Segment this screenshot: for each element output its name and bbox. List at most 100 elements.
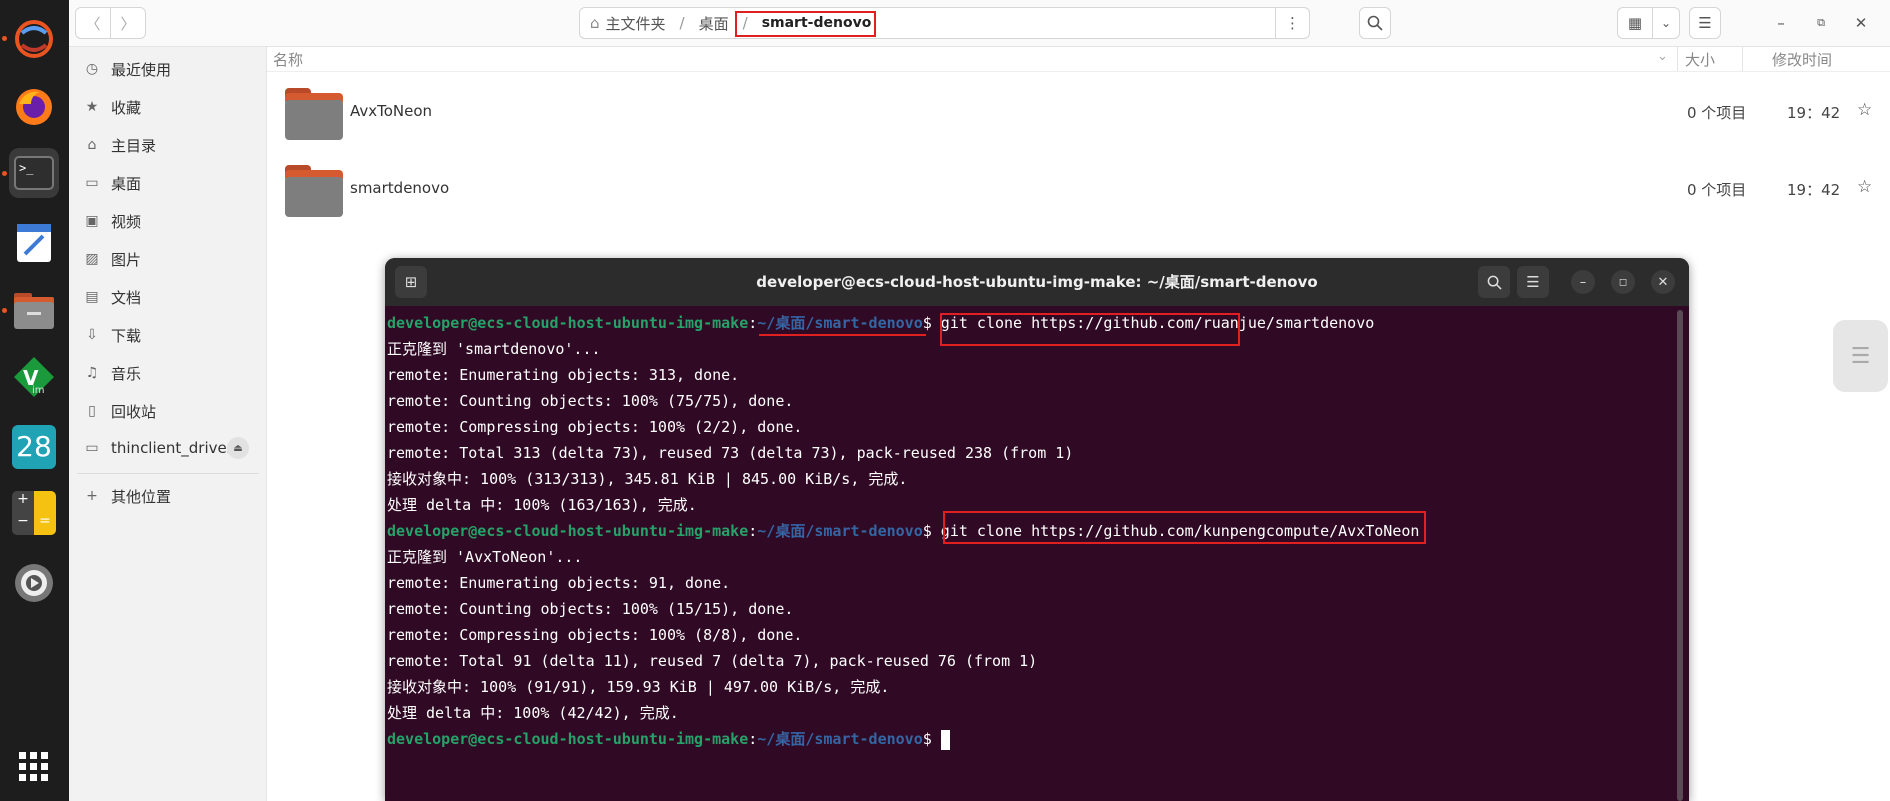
vim-icon[interactable]: Vim — [9, 352, 59, 402]
output-line: remote: Compressing objects: 100% (8/8),… — [387, 626, 803, 644]
path-menu-icon[interactable]: ⋮ — [1275, 8, 1309, 38]
sidebar-item-videos[interactable]: ▣ 视频 — [69, 204, 267, 238]
document-icon: ▤ — [85, 289, 99, 305]
maximize-icon: ◻ — [1618, 276, 1628, 288]
terminal-maximize-button[interactable]: ◻ — [1611, 270, 1635, 294]
terminal-close-button[interactable]: ✕ — [1651, 270, 1675, 294]
column-header-name[interactable]: 名称 — [273, 49, 303, 70]
file-size: 0 个项目 — [1687, 181, 1747, 199]
sidebar-item-documents[interactable]: ▤ 文档 — [69, 280, 267, 314]
files-header-bar: 〈 〉 ⌂ 主文件夹 / 桌面 / smart-denovo ⋮ ▦ ⌄ ☰ –… — [69, 0, 1890, 47]
sidebar: ◷ 最近使用 ★ 收藏 ⌂ 主目录 ▭ 桌面 ▣ 视频 ▨ 图片 ▤ 文档 ⇩ 下载 ♫ 音乐 ▯… — [69, 47, 267, 801]
view-options-button[interactable]: ⌄ — [1652, 7, 1680, 39]
path-home[interactable]: 主文件夹 — [606, 13, 666, 34]
file-modified: 19：42 — [1787, 104, 1841, 122]
terminal-title-bar[interactable]: ⊞ developer@ecs-cloud-host-ubuntu-img-ma… — [385, 258, 1689, 306]
sidebar-item-starred[interactable]: ★ 收藏 — [69, 90, 267, 124]
output-line: 处理 delta 中: 100% (42/42), 完成. — [387, 704, 679, 722]
home-icon: ⌂ — [87, 137, 97, 153]
floating-menu-button[interactable]: ☰ — [1833, 320, 1888, 392]
ubuntu-logo-icon[interactable] — [9, 14, 59, 64]
output-line: remote: Total 91 (delta 11), reused 7 (d… — [387, 652, 1038, 670]
file-row-smartdenovo[interactable]: smartdenovo 0 个项目 19：42 ☆ — [267, 151, 1890, 229]
minimize-icon: – — [1777, 14, 1785, 32]
sidebar-item-trash[interactable]: ▯ 回收站 — [69, 394, 267, 428]
output-line: remote: Enumerating objects: 91, done. — [387, 574, 731, 592]
sidebar-item-recent[interactable]: ◷ 最近使用 — [69, 52, 267, 86]
sidebar-item-downloads[interactable]: ⇩ 下载 — [69, 318, 267, 352]
dock: >_ Vim 28 + − = — [0, 0, 69, 801]
files-icon[interactable] — [9, 286, 59, 336]
hamburger-icon: ☰ — [1526, 273, 1540, 291]
terminal-window[interactable]: ⊞ developer@ecs-cloud-host-ubuntu-img-ma… — [385, 258, 1689, 801]
terminal-menu-button[interactable]: ☰ — [1517, 266, 1549, 298]
column-header-size[interactable]: 大小 — [1685, 49, 1715, 70]
terminal-scrollbar[interactable] — [1677, 310, 1683, 801]
list-icon: ☰ — [1850, 343, 1871, 369]
back-button[interactable]: 〈 — [75, 7, 111, 39]
eject-icon[interactable]: ⏏ — [227, 437, 249, 459]
column-header-modified[interactable]: 修改时间 — [1772, 49, 1832, 70]
trash-icon: ▯ — [88, 403, 96, 419]
sidebar-item-desktop[interactable]: ▭ 桌面 — [69, 166, 267, 200]
sidebar-item-label: 收藏 — [111, 98, 142, 117]
view-grid-button[interactable]: ▦ — [1617, 7, 1653, 39]
path-underline — [759, 334, 926, 336]
search-icon — [1367, 15, 1383, 31]
star-icon: ★ — [85, 99, 99, 115]
sidebar-item-label: 音乐 — [111, 364, 142, 383]
output-line: remote: Total 313 (delta 73), reused 73 … — [387, 444, 1074, 462]
sidebar-item-thinclient-drives[interactable]: ▭ thinclient_drives ⏏ — [69, 431, 267, 465]
sidebar-item-music[interactable]: ♫ 音乐 — [69, 356, 267, 390]
firefox-icon[interactable] — [9, 82, 59, 132]
restore-button[interactable]: ⧉ — [1806, 7, 1836, 39]
output-line: remote: Compressing objects: 100% (2/2),… — [387, 418, 803, 436]
hamburger-icon: ☰ — [1698, 14, 1712, 32]
file-size: 0 个项目 — [1687, 104, 1747, 122]
output-line: 接收对象中: 100% (91/91), 159.93 KiB | 497.00… — [387, 678, 890, 696]
settings-icon[interactable] — [9, 558, 59, 608]
output-line: 接收对象中: 100% (313/313), 345.81 KiB | 845.… — [387, 470, 908, 488]
path-highlight-box — [735, 11, 876, 37]
close-icon: ✕ — [1854, 14, 1868, 32]
text-editor-icon[interactable] — [9, 218, 59, 268]
terminal-minimize-button[interactable]: – — [1571, 270, 1595, 294]
sidebar-item-pictures[interactable]: ▨ 图片 — [69, 242, 267, 276]
command-highlight-box-1 — [940, 313, 1240, 346]
minimize-button[interactable]: – — [1766, 7, 1796, 39]
sidebar-item-label: thinclient_drives — [111, 439, 235, 457]
search-button[interactable] — [1359, 7, 1391, 39]
star-icon[interactable]: ☆ — [1857, 177, 1872, 197]
file-name: AvxToNeon — [350, 102, 433, 120]
folder-icon — [285, 88, 343, 140]
calendar-icon[interactable]: 28 — [9, 422, 59, 472]
terminal-icon[interactable]: >_ — [9, 148, 59, 198]
calculator-icon[interactable]: + − = — [9, 488, 59, 538]
sort-chevron-icon[interactable]: ⌄ — [1657, 49, 1668, 64]
forward-button[interactable]: 〉 — [110, 7, 146, 39]
star-icon[interactable]: ☆ — [1857, 100, 1872, 120]
close-icon: ✕ — [1657, 274, 1669, 290]
plus-icon: + — [86, 488, 98, 504]
terminal-prompt-line: developer@ecs-cloud-host-ubuntu-img-make… — [387, 726, 1667, 752]
main-menu-button[interactable]: ☰ — [1689, 7, 1721, 39]
chevron-right-icon: 〉 — [120, 14, 136, 33]
sidebar-item-label: 文档 — [111, 288, 142, 307]
sidebar-item-home[interactable]: ⌂ 主目录 — [69, 128, 267, 162]
file-name: smartdenovo — [350, 179, 450, 197]
path-separator: / — [679, 14, 685, 32]
sidebar-item-label: 最近使用 — [111, 60, 172, 79]
folder-icon — [285, 165, 343, 217]
output-line: remote: Counting objects: 100% (75/75), … — [387, 392, 794, 410]
terminal-search-button[interactable] — [1478, 266, 1510, 298]
sidebar-item-other-locations[interactable]: + 其他位置 — [69, 479, 267, 513]
app-grid-icon[interactable] — [9, 742, 59, 792]
close-button[interactable]: ✕ — [1846, 7, 1876, 39]
file-row-avxtoneon[interactable]: AvxToNeon 0 个项目 19：42 ☆ — [267, 74, 1890, 152]
sidebar-item-label: 视频 — [111, 212, 142, 231]
download-icon: ⇩ — [86, 327, 98, 343]
output-line: remote: Counting objects: 100% (15/15), … — [387, 600, 794, 618]
path-desktop[interactable]: 桌面 — [699, 13, 729, 34]
desktop-icon: ▭ — [85, 175, 99, 191]
svg-text:im: im — [32, 385, 45, 396]
